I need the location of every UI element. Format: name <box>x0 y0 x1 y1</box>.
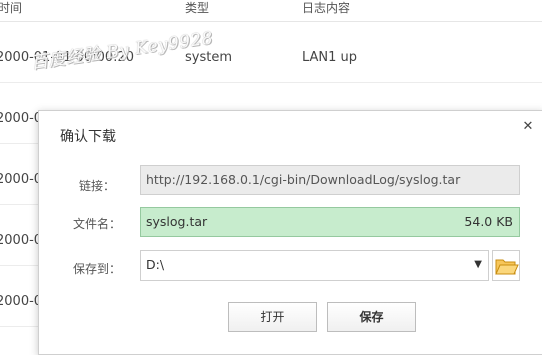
cell-content: LAN1 up <box>302 50 358 65</box>
link-label: 链接： <box>78 179 115 193</box>
filename-label: 文件名： <box>73 217 122 231</box>
link-value: http://192.168.0.1/cgi-bin/DownloadLog/s… <box>146 172 461 187</box>
save-to-select[interactable]: D:\ ▼ <box>140 250 489 281</box>
column-header-type[interactable]: 类型 <box>185 0 209 16</box>
file-size: 54.0 KB <box>464 214 513 229</box>
download-dialog: 确认下载 ✕ 链接： http://192.168.0.1/cgi-bin/Do… <box>38 110 542 355</box>
close-icon[interactable]: ✕ <box>521 120 535 134</box>
browse-folder-button[interactable] <box>492 250 520 281</box>
save-to-value: D:\ <box>146 257 165 272</box>
open-button[interactable]: 打开 <box>228 302 317 332</box>
column-header-time[interactable]: 时间 <box>0 0 22 16</box>
link-field: http://192.168.0.1/cgi-bin/DownloadLog/s… <box>140 165 520 195</box>
column-header-content[interactable]: 日志内容 <box>302 0 350 16</box>
dialog-title: 确认下载 <box>60 129 116 145</box>
cell-time: 2000-01-01 00:00:20 <box>0 50 135 65</box>
filename-value: syslog.tar <box>146 214 208 229</box>
cell-type: system <box>185 50 232 65</box>
table-row[interactable]: 2000-01-01 00:00:20 system LAN1 up <box>0 35 542 83</box>
save-button[interactable]: 保存 <box>327 302 416 332</box>
table-header: 时间 类型 日志内容 <box>0 0 542 22</box>
save-to-label: 保存到： <box>73 262 122 276</box>
chevron-down-icon[interactable]: ▼ <box>474 251 482 279</box>
filename-field[interactable]: syslog.tar 54.0 KB <box>140 207 520 237</box>
folder-icon <box>495 259 519 275</box>
